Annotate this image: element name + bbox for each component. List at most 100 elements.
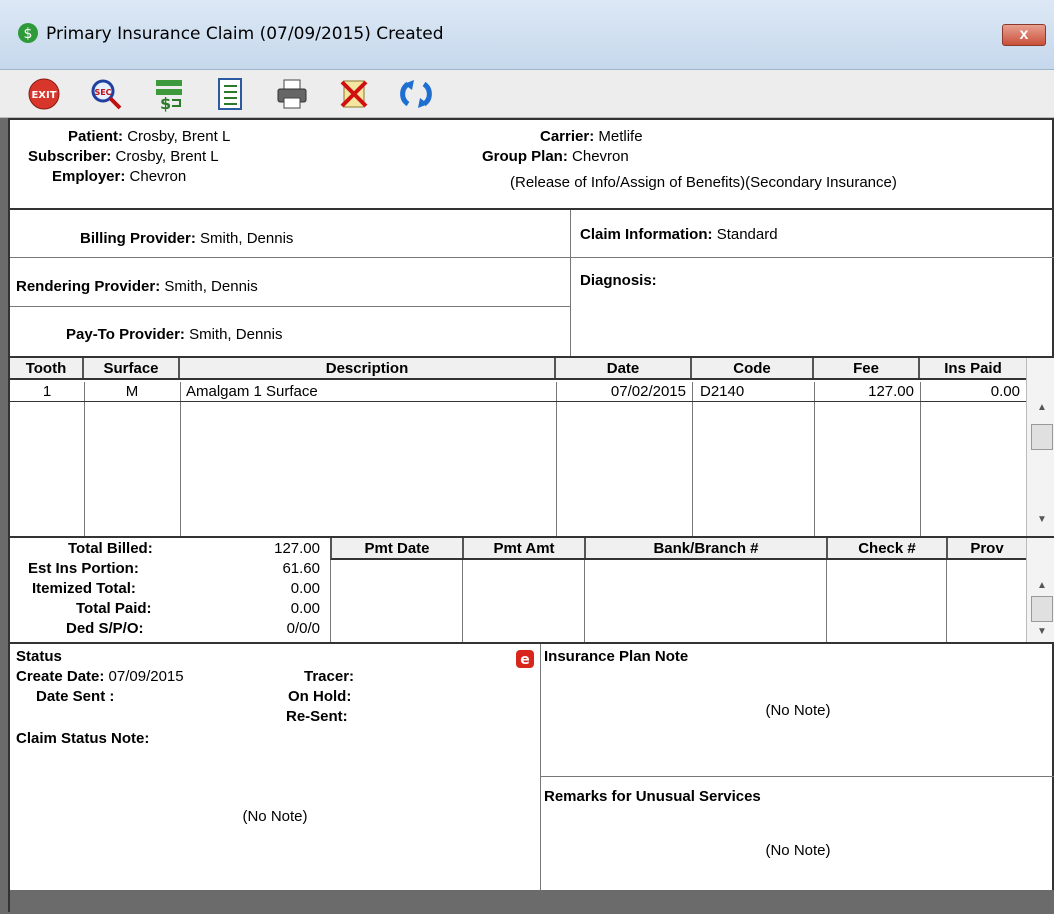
scrollbar-thumb[interactable] (1031, 424, 1053, 450)
divider (540, 644, 541, 914)
divider (10, 208, 1054, 210)
create-date-value: 07/09/2015 (108, 668, 184, 685)
exit-icon-label: EXIT (31, 90, 56, 101)
divider (10, 642, 1054, 644)
window-title: Primary Insurance Claim (07/09/2015) Cre… (46, 24, 444, 44)
diagnosis-label: Diagnosis: (580, 272, 657, 289)
exit-icon[interactable]: EXIT (26, 76, 62, 112)
on-hold-label: On Hold: (288, 688, 352, 705)
divider (84, 382, 85, 536)
employer-value: Chevron (129, 168, 187, 185)
close-button[interactable]: x (1002, 24, 1046, 46)
payment-icon[interactable]: $ (150, 76, 186, 112)
status-strip (10, 890, 1054, 914)
col-pmt-date[interactable]: Pmt Date (332, 538, 464, 558)
subscriber-row: Subscriber: Crosby, Brent L (28, 148, 219, 165)
divider (180, 382, 181, 536)
employer-label: Employer: (52, 168, 126, 185)
table-row[interactable]: 1 M Amalgam 1 Surface 07/02/2015 D2140 1… (10, 382, 1026, 402)
list-icon[interactable] (212, 76, 248, 112)
col-bank-branch[interactable]: Bank/Branch # (586, 538, 828, 558)
status-title: Status (16, 648, 62, 665)
remarks-label: Remarks for Unusual Services (544, 788, 761, 805)
carrier-value: Metlife (598, 128, 643, 145)
col-tooth[interactable]: Tooth (10, 358, 84, 378)
cell-date: 07/02/2015 (610, 383, 686, 400)
divider (10, 306, 570, 307)
delete-icon[interactable] (336, 76, 372, 112)
col-code[interactable]: Code (692, 358, 814, 378)
col-ins-paid[interactable]: Ins Paid (920, 358, 1026, 378)
cell-surface: M (125, 383, 139, 400)
divider (692, 382, 693, 536)
group-plan-row: Group Plan: Chevron (482, 148, 629, 165)
cell-tooth: 1 (42, 383, 52, 400)
remarks-note[interactable]: (No Note) (540, 842, 1054, 859)
edit-status-icon[interactable]: e (516, 650, 534, 668)
col-check-number[interactable]: Check # (828, 538, 948, 558)
scroll-down-arrow-icon[interactable]: ▼ (1027, 514, 1054, 525)
ded-label: Ded S/P/O: (66, 620, 144, 637)
billing-provider-row: Billing Provider: Smith, Dennis (80, 230, 293, 247)
col-description[interactable]: Description (180, 358, 556, 378)
scrollbar-thumb[interactable] (1031, 596, 1053, 622)
printer-icon[interactable] (274, 76, 310, 112)
svg-text:e: e (520, 652, 530, 668)
scroll-up-arrow-icon[interactable]: ▲ (1027, 402, 1054, 413)
cell-code: D2140 (700, 383, 745, 400)
ded-value: 0/0/0 (286, 620, 320, 637)
billing-provider-label: Billing Provider: (80, 230, 196, 247)
patient-value: Crosby, Brent L (127, 128, 231, 145)
col-pmt-amt[interactable]: Pmt Amt (464, 538, 586, 558)
total-billed-label: Total Billed: (68, 540, 153, 557)
claim-status-note[interactable]: (No Note) (10, 808, 540, 825)
scroll-up-arrow-icon[interactable]: ▲ (1027, 580, 1054, 591)
insurance-plan-note[interactable]: (No Note) (540, 702, 1054, 719)
search-icon[interactable]: SEC (88, 76, 124, 112)
divider (946, 560, 947, 642)
divider (10, 257, 570, 258)
carrier-row: Carrier: Metlife (540, 128, 643, 145)
refresh-icon[interactable] (398, 76, 434, 112)
payments-scrollbar[interactable]: ▲ ▼ (1026, 538, 1054, 642)
billing-provider-value[interactable]: Smith, Dennis (200, 230, 293, 247)
divider (540, 776, 1054, 777)
search-icon-label: SEC (94, 88, 111, 97)
insurance-plan-note-label: Insurance Plan Note (544, 648, 689, 665)
divider (570, 257, 1054, 258)
payto-provider-value[interactable]: Smith, Dennis (189, 326, 282, 343)
col-date[interactable]: Date (556, 358, 692, 378)
total-paid-label: Total Paid: (76, 600, 152, 617)
col-prov[interactable]: Prov (948, 538, 1026, 558)
patient-label: Patient: (68, 128, 124, 145)
procedures-header: Tooth Surface Description Date Code Fee … (10, 358, 1026, 380)
claim-info-label: Claim Information: (580, 226, 713, 243)
tracer-label: Tracer: (304, 668, 355, 685)
est-ins-value: 61.60 (282, 560, 320, 577)
carrier-label: Carrier: (540, 128, 595, 145)
subscriber-value: Crosby, Brent L (115, 148, 219, 165)
divider (462, 560, 463, 642)
col-surface[interactable]: Surface (84, 358, 180, 378)
date-sent-label: Date Sent : (36, 688, 115, 705)
itemized-value: 0.00 (290, 580, 320, 597)
scroll-down-arrow-icon[interactable]: ▼ (1027, 626, 1054, 637)
claim-form: Patient: Crosby, Brent L Subscriber: Cro… (8, 118, 1054, 914)
create-date-label: Create Date: (16, 668, 105, 685)
svg-text:$: $ (24, 26, 33, 42)
patient-row: Patient: Crosby, Brent L (68, 128, 230, 145)
total-paid-value: 0.00 (290, 600, 320, 617)
rendering-provider-row: Rendering Provider: Smith, Dennis (16, 278, 258, 295)
group-plan-label: Group Plan: (482, 148, 568, 165)
est-ins-label: Est Ins Portion: (28, 560, 139, 577)
payto-provider-label: Pay-To Provider: (66, 326, 185, 343)
claim-info-value[interactable]: Standard (717, 226, 778, 243)
divider (556, 382, 557, 536)
col-fee[interactable]: Fee (814, 358, 920, 378)
rendering-provider-label: Rendering Provider: (16, 278, 161, 295)
procedures-scrollbar[interactable]: ▲ ▼ (1026, 358, 1054, 536)
rendering-provider-value[interactable]: Smith, Dennis (164, 278, 257, 295)
divider (330, 560, 331, 642)
divider (920, 382, 921, 536)
group-plan-value: Chevron (572, 148, 629, 165)
